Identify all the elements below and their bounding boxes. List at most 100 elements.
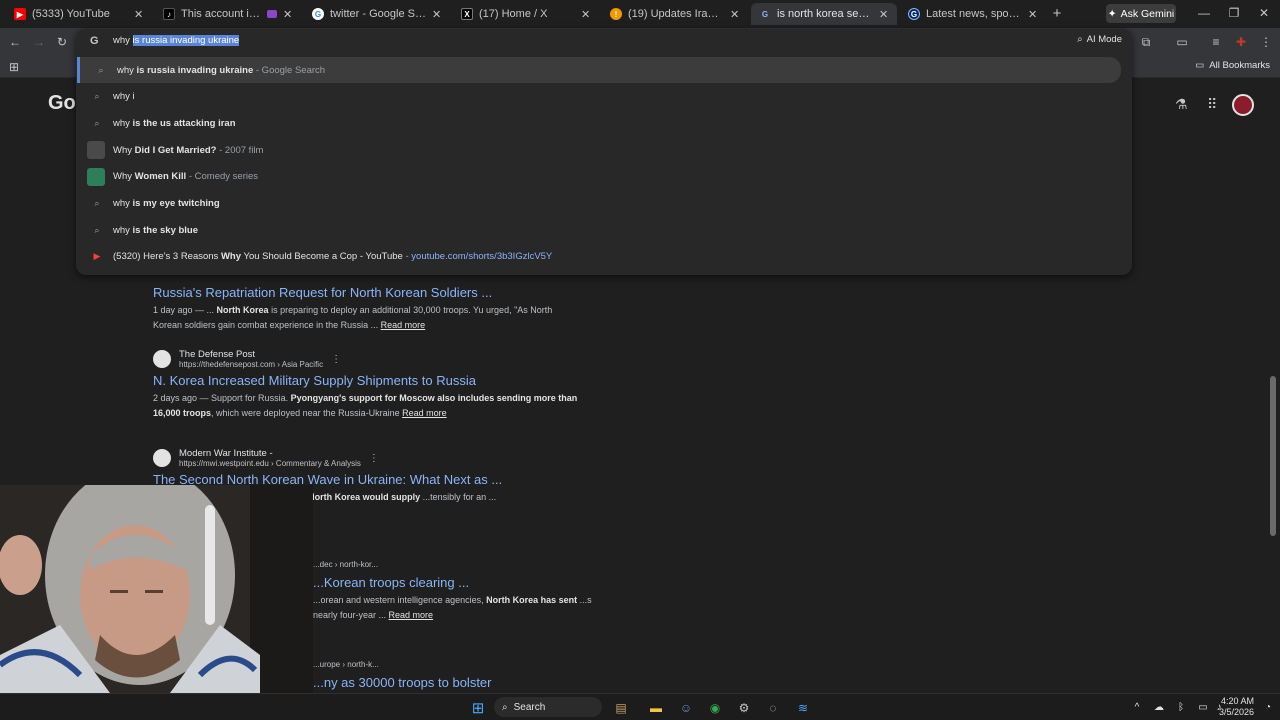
google-apps-icon[interactable]: ⠿ <box>1207 96 1217 113</box>
read-more-link[interactable]: Read more <box>402 408 447 418</box>
reload-button[interactable]: ↻ <box>53 33 71 51</box>
widgets-icon[interactable]: ▤ <box>606 698 636 717</box>
scrollbar[interactable] <box>1270 376 1276 536</box>
streamer-image <box>0 485 313 693</box>
ai-mode-button[interactable]: ⌕ AI Mode <box>1077 34 1122 45</box>
result-title[interactable]: Russia's Repatriation Request for North … <box>153 285 583 300</box>
file-explorer-icon[interactable]: ▬ <box>647 698 665 717</box>
google-icon: G <box>90 35 99 47</box>
read-more-link[interactable]: Read more <box>389 610 434 620</box>
webcam-overlay <box>0 485 313 693</box>
taskbar-search[interactable]: ⌕ Search <box>494 697 602 717</box>
guardian-icon: G <box>908 8 920 20</box>
chrome-icon[interactable]: ◉ <box>706 698 724 717</box>
result-source[interactable]: Modern War Institute - https://mwi.westp… <box>153 448 583 468</box>
more-options-icon[interactable]: ⋮ <box>369 453 379 464</box>
recording-icon <box>267 10 277 18</box>
suggestion-item[interactable]: ⌕ why is my eye twitching <box>76 191 1132 217</box>
suggestion-text: why is the sky blue <box>113 224 199 236</box>
chevron-up-icon[interactable]: ^ <box>1130 698 1144 717</box>
tab-latest-news[interactable]: G Latest news, sport and opini ✕ <box>900 3 1046 25</box>
suggestion-text: why is the us attacking iran <box>113 117 236 129</box>
clock[interactable]: 4:20 AM 3/5/2026 <box>1219 696 1254 718</box>
cast-icon[interactable]: ▭ <box>1174 34 1190 50</box>
new-tab-button[interactable]: + <box>1048 5 1066 23</box>
result-title[interactable]: ...Korean troops clearing ... <box>313 575 593 590</box>
address-input[interactable]: why is russia invading ukraine <box>113 35 240 46</box>
close-icon[interactable]: ✕ <box>134 8 144 21</box>
avatar[interactable] <box>1232 94 1254 116</box>
thumbnail-icon <box>87 141 105 160</box>
apps-icon[interactable]: ⊞ <box>6 59 22 75</box>
steam-icon[interactable]: ⚙ <box>735 698 753 717</box>
result-title[interactable]: N. Korea Increased Military Supply Shipm… <box>153 373 583 388</box>
close-icon[interactable]: ✕ <box>1028 8 1038 21</box>
notification-icon[interactable]: ◔ <box>1262 698 1274 717</box>
windows-start-icon[interactable]: ⊞ <box>468 698 488 717</box>
folder-icon: ▭ <box>1195 60 1205 71</box>
app-icon[interactable]: ◌ <box>764 698 782 717</box>
forward-button[interactable]: → <box>30 33 48 51</box>
close-icon[interactable]: ✕ <box>879 8 889 21</box>
result-snippet: 1 day ago — ... North Korea is preparing… <box>153 303 583 333</box>
google-logo[interactable]: Go <box>48 92 76 115</box>
tab-north-korea-search[interactable]: G is north korea sending troop ✕ <box>751 3 897 25</box>
suggestion-text: (5320) Here's 3 Reasons Why You Should B… <box>113 251 553 263</box>
result-item: The Defense Post https://thedefensepost.… <box>153 349 583 421</box>
result-snippet: ...orean and western intelligence agenci… <box>313 593 593 623</box>
suggestion-item[interactable]: ⌕ why i <box>76 84 1132 110</box>
tab-strip: ▶ (5333) YouTube ✕ ♪ This account is pri… <box>0 0 1280 28</box>
x-icon: X <box>461 8 473 20</box>
suggestion-item[interactable]: ⌕ why is the sky blue <box>76 217 1132 243</box>
restore-icon[interactable]: ❐ <box>1226 6 1242 20</box>
suggestion-item[interactable]: ▶ (5320) Here's 3 Reasons Why You Should … <box>76 244 1132 270</box>
tab-iran-updates[interactable]: ! (19) Updates Iran live: Explo ✕ <box>602 3 748 25</box>
suggestion-text: Why Women Kill - Comedy series <box>113 171 259 183</box>
suggestion-item[interactable]: ⌕ why is the us attacking iran <box>76 110 1132 136</box>
suggestion-item[interactable]: Why Women Kill - Comedy series <box>76 164 1132 190</box>
monitor-icon[interactable]: ▭ <box>1196 698 1210 717</box>
tab-x-home[interactable]: X (17) Home / X ✕ <box>453 3 599 25</box>
labs-icon[interactable]: ⚗ <box>1175 96 1188 113</box>
suggestion-text: why is russia invading ukraine - Google … <box>117 64 326 76</box>
stream-app-icon[interactable]: ≋ <box>794 698 812 717</box>
suggestion-item[interactable]: ⌕ why is russia invading ukraine - Google… <box>77 57 1121 83</box>
snippet-text: 2 days ago — Support for Russia. Pyongya… <box>153 393 578 418</box>
close-icon[interactable]: ✕ <box>432 8 442 21</box>
snippet-text: ...orean and western intelligence agenci… <box>313 595 592 620</box>
address-bar[interactable]: G why is russia invading ukraine ⌕ AI Mo… <box>76 29 1132 55</box>
close-icon[interactable]: ✕ <box>730 8 740 21</box>
tab-private-account[interactable]: ♪ This account is private. F ✕ <box>155 3 301 25</box>
all-bookmarks-button[interactable]: ▭ All Bookmarks <box>1195 60 1270 71</box>
window-close-icon[interactable]: ✕ <box>1256 6 1272 20</box>
google-icon: G <box>312 8 324 20</box>
read-more-link[interactable]: Read more <box>381 320 426 330</box>
more-options-icon[interactable]: ⋮ <box>331 354 341 365</box>
result-item: ...dec › north-kor... ...Korean troops c… <box>313 560 593 623</box>
cloud-icon[interactable]: ☁ <box>1152 698 1166 717</box>
bluetooth-icon[interactable]: ᛒ <box>1174 698 1188 717</box>
extensions-icon[interactable]: ⧉ <box>1138 34 1154 50</box>
back-button[interactable]: ← <box>6 33 24 51</box>
snippet-text: 1 day ago — ... North Korea is preparing… <box>153 305 553 330</box>
news-icon: ! <box>610 8 622 20</box>
result-source[interactable]: The Defense Post https://thedefensepost.… <box>153 349 583 369</box>
suggestion-text: why is my eye twitching <box>113 198 220 209</box>
suggestion-text: Why Did I Get Married? - 2007 film <box>113 144 264 156</box>
ask-gemini-button[interactable]: ✦ Ask Gemini <box>1106 4 1176 23</box>
profile-icon[interactable]: ✚ <box>1233 34 1249 50</box>
tab-twitter-search[interactable]: G twitter - Google Search ✕ <box>304 3 450 25</box>
close-icon[interactable]: ✕ <box>283 8 293 21</box>
close-icon[interactable]: ✕ <box>581 8 591 21</box>
suggestion-item[interactable]: Why Did I Get Married? - 2007 film <box>76 137 1132 163</box>
minimize-icon[interactable]: — <box>1196 6 1212 20</box>
thumbnail-icon <box>87 167 105 186</box>
search-icon: ⌕ <box>98 64 104 75</box>
omnibox-dropdown: G why is russia invading ukraine ⌕ AI Mo… <box>76 29 1132 275</box>
discord-icon[interactable]: ☺ <box>677 698 695 717</box>
reading-list-icon[interactable]: ≡ <box>1208 34 1224 50</box>
mwi-icon <box>153 449 171 467</box>
tab-youtube[interactable]: ▶ (5333) YouTube ✕ <box>6 3 152 25</box>
result-title[interactable]: ...ny as 30000 troops to bolster <box>313 675 593 690</box>
menu-icon[interactable]: ⋮ <box>1258 34 1274 50</box>
